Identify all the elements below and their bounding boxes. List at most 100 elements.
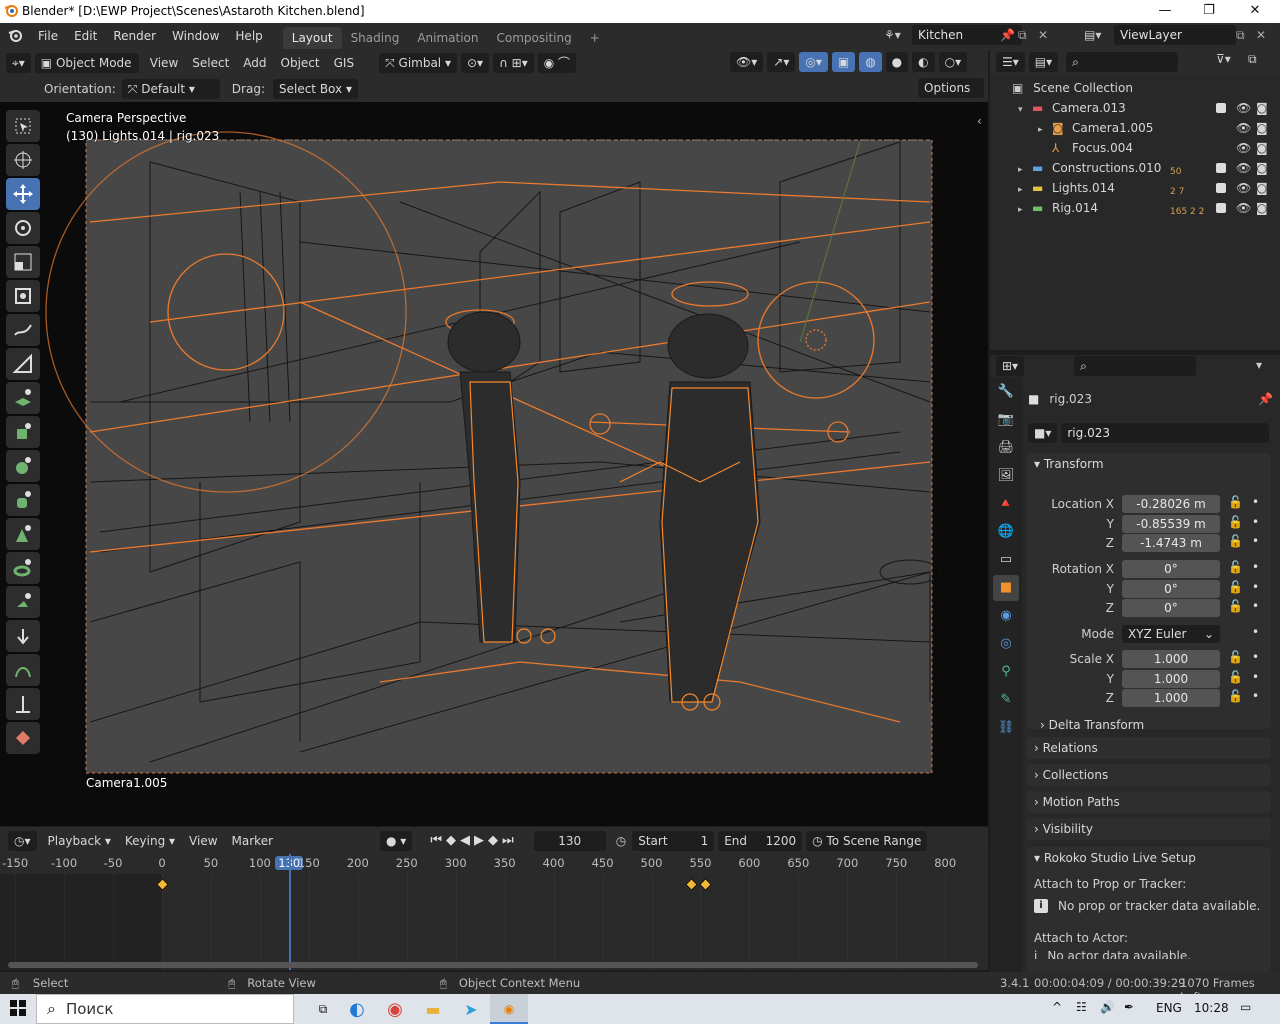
outliner-editor-type-icon[interactable]: ☰▾ bbox=[996, 52, 1025, 72]
keyframe-dot-icon[interactable]: • bbox=[1252, 625, 1259, 639]
render-tab-icon[interactable]: 📷 bbox=[993, 407, 1019, 433]
add-object-tool[interactable] bbox=[6, 586, 40, 618]
rendered-shading-icon[interactable]: ○▾ bbox=[938, 52, 968, 72]
volume-icon[interactable]: 🔊 bbox=[1100, 1000, 1115, 1014]
transform-orientation-selector[interactable]: ⤧ Gimbal ▾ bbox=[379, 52, 457, 73]
measure-tool[interactable] bbox=[6, 348, 40, 380]
view-layer-icon[interactable]: ▤▾ bbox=[1084, 28, 1114, 42]
panel-collections[interactable]: › Collections bbox=[1026, 764, 1271, 786]
timeline-ruler[interactable]: -150-100-5005010013015020025030035040045… bbox=[0, 854, 988, 874]
add-torus-tool[interactable] bbox=[6, 552, 40, 584]
scene-collection-row[interactable]: ▣ Scene Collection bbox=[990, 78, 1280, 98]
auto-keying-icon[interactable]: ● ▾ bbox=[380, 830, 413, 851]
minimize-button[interactable]: — bbox=[1142, 0, 1188, 23]
location-field[interactable]: -1.4743 m bbox=[1122, 534, 1220, 552]
exclude-checkbox[interactable] bbox=[1216, 163, 1226, 173]
rotation-field[interactable]: 0° bbox=[1122, 560, 1220, 578]
eye-icon[interactable]: 👁 bbox=[1236, 198, 1251, 218]
eye-icon[interactable]: 👁 bbox=[1236, 158, 1251, 178]
chevron-right-icon[interactable]: ▸ bbox=[1018, 160, 1032, 180]
add-cube-tool[interactable] bbox=[6, 416, 40, 448]
exclude-checkbox[interactable] bbox=[1216, 103, 1226, 113]
outliner-row[interactable]: ▸ ▬ Constructions.010 50 👁 ◙ bbox=[990, 158, 1280, 178]
blender-taskbar-icon[interactable]: ◉ bbox=[490, 994, 528, 1024]
push-pull-tool[interactable] bbox=[6, 688, 40, 720]
modifiers-tab-icon[interactable]: ◉ bbox=[993, 603, 1019, 629]
outliner-search-input[interactable]: ⌕ bbox=[1066, 52, 1179, 72]
wireframe-shading-icon[interactable]: ◍ bbox=[859, 52, 882, 72]
keyframe-dot-icon[interactable]: • bbox=[1252, 534, 1259, 548]
editor-type-icon[interactable]: ⌖▾ bbox=[6, 52, 31, 73]
cursor-tool[interactable] bbox=[6, 144, 40, 176]
chevron-right-icon[interactable]: ▸ bbox=[1038, 120, 1052, 140]
pen-icon[interactable]: ✒ bbox=[1124, 1000, 1134, 1014]
keyframe-dot-icon[interactable]: • bbox=[1252, 580, 1259, 594]
panel-motion-paths[interactable]: › Motion Paths bbox=[1026, 791, 1271, 813]
properties-options-icon[interactable]: ▾ bbox=[1256, 358, 1262, 372]
object-tab-icon[interactable]: ■ bbox=[993, 575, 1019, 601]
render-camera-icon[interactable]: ◙ bbox=[1256, 138, 1268, 158]
viewport-menu-view[interactable]: View bbox=[143, 56, 185, 70]
keyframe-dot-icon[interactable]: • bbox=[1252, 495, 1259, 509]
menu-window[interactable]: Window bbox=[164, 23, 227, 50]
blender-menu-icon[interactable] bbox=[0, 27, 30, 46]
chevron-right-icon[interactable]: ▸ bbox=[1018, 180, 1032, 200]
scale-field[interactable]: 1.000 bbox=[1122, 689, 1220, 707]
delete-view-layer-icon[interactable]: ✕ bbox=[1256, 28, 1276, 42]
render-camera-icon[interactable]: ◙ bbox=[1256, 198, 1268, 218]
select-box-tool[interactable] bbox=[6, 110, 40, 142]
scale-tool[interactable] bbox=[6, 246, 40, 278]
eye-icon[interactable]: 👁 bbox=[1236, 98, 1251, 118]
object-browse-icon[interactable]: ■▾ bbox=[1028, 423, 1058, 443]
drag-dropdown[interactable]: Select Box ▾ bbox=[272, 78, 358, 99]
scale-field[interactable]: 1.000 bbox=[1122, 669, 1220, 688]
render-camera-icon[interactable]: ◙ bbox=[1256, 178, 1268, 198]
chrome-browser-icon[interactable]: ◉ bbox=[376, 999, 414, 1020]
keyframe-dot-icon[interactable]: • bbox=[1252, 599, 1259, 613]
eye-icon[interactable]: 👁 bbox=[1236, 178, 1251, 198]
sidebar-toggle-icon[interactable]: ‹ bbox=[977, 114, 982, 128]
solid-shading-icon[interactable]: ● bbox=[885, 52, 909, 72]
scene-tab-icon[interactable]: 🔺 bbox=[993, 491, 1019, 517]
location-field[interactable]: -0.85539 m bbox=[1122, 514, 1220, 533]
eye-icon[interactable]: 👁 bbox=[1236, 118, 1251, 138]
tab-animation[interactable]: Animation bbox=[408, 27, 487, 49]
timeline-menu-view[interactable]: View bbox=[182, 834, 224, 848]
rotation-field[interactable]: 0° bbox=[1122, 579, 1220, 598]
rotation-field[interactable]: 0° bbox=[1122, 599, 1220, 617]
bend-tool[interactable] bbox=[6, 654, 40, 686]
object-name-field[interactable]: rig.023 bbox=[1061, 423, 1270, 443]
viewport-menu-select[interactable]: Select bbox=[185, 56, 236, 70]
add-cylinder-tool[interactable] bbox=[6, 484, 40, 516]
outliner-row[interactable]: ▸ ▬ Rig.014 165 2 2 👁 ◙ bbox=[990, 198, 1280, 218]
add-cone-tool[interactable] bbox=[6, 518, 40, 550]
lock-icon[interactable]: 🔓 bbox=[1228, 580, 1243, 594]
keyframe-dot-icon[interactable]: • bbox=[1252, 560, 1259, 574]
task-view-icon[interactable]: ⧉ bbox=[308, 1002, 338, 1017]
render-camera-icon[interactable]: ◙ bbox=[1256, 98, 1268, 118]
scene-icon[interactable]: ⚘▾ bbox=[884, 28, 912, 42]
tray-chevron-icon[interactable]: ^ bbox=[1052, 1000, 1062, 1014]
current-frame-field[interactable]: 130 bbox=[533, 830, 606, 851]
rokoko-panel-header[interactable]: ▾ Rokoko Studio Live Setup bbox=[1026, 847, 1271, 869]
options-dropdown[interactable]: Options ▾ bbox=[918, 78, 984, 115]
filter-icon[interactable]: ⊽▾ bbox=[1216, 52, 1231, 66]
xray-icon[interactable]: ▣ bbox=[831, 52, 856, 72]
exclude-checkbox[interactable] bbox=[1216, 203, 1226, 213]
view-layer-selector[interactable]: ViewLayer bbox=[1114, 25, 1236, 45]
delete-scene-icon[interactable]: ✕ bbox=[1038, 28, 1058, 42]
telegram-icon[interactable]: ➤ bbox=[452, 1000, 490, 1019]
pin-props-icon[interactable]: 📌 bbox=[1258, 392, 1273, 406]
lock-icon[interactable]: 🔓 bbox=[1228, 599, 1243, 613]
spin-tool[interactable] bbox=[6, 620, 40, 652]
world-tab-icon[interactable]: 🌐 bbox=[993, 519, 1019, 545]
material-shading-icon[interactable]: ◐ bbox=[912, 52, 935, 72]
overlays-icon[interactable]: ◎▾ bbox=[799, 52, 828, 72]
render-camera-icon[interactable]: ◙ bbox=[1256, 118, 1268, 138]
lock-icon[interactable]: 🔓 bbox=[1228, 670, 1243, 684]
outliner-row[interactable]: ▸ ▬ Lights.014 2 7 👁 ◙ bbox=[990, 178, 1280, 198]
viewport-menu-add[interactable]: Add bbox=[236, 56, 273, 70]
timeline-scrollbar[interactable] bbox=[8, 962, 978, 968]
panel-visibility[interactable]: › Visibility bbox=[1026, 818, 1271, 840]
clock[interactable]: 10:28 bbox=[1194, 1001, 1229, 1015]
